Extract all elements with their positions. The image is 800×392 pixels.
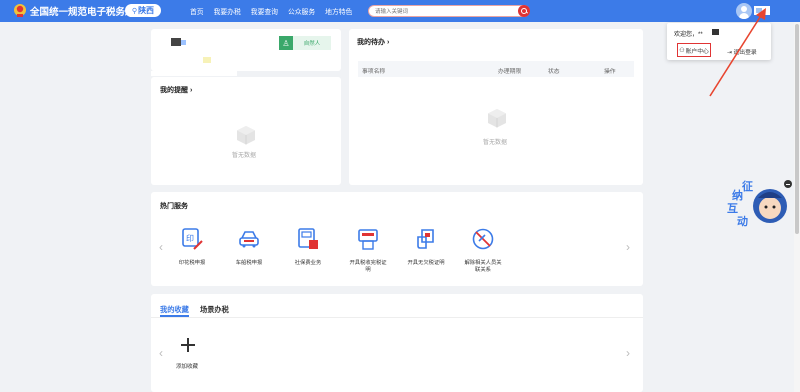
reminders-title-text: 我的提醒 <box>160 87 188 94</box>
redacted-username <box>712 29 719 35</box>
main-nav: 首页 我要办税 我要查询 公众服务 地方特色 <box>190 6 362 16</box>
site-title[interactable]: 全国统一规范电子税务局 <box>30 4 135 18</box>
favorites-prev-arrow[interactable]: ‹ <box>159 346 163 360</box>
service-stamp-duty[interactable]: 印 印花税申报 <box>162 227 222 267</box>
column-status: 状态 <box>548 69 560 75</box>
search-box <box>368 5 530 17</box>
car-icon <box>239 231 259 248</box>
empty-box-icon <box>488 109 506 128</box>
mascot-char-4: 动 <box>737 216 748 228</box>
chevron-right-icon: › <box>386 39 390 46</box>
highlight-chip <box>203 57 211 63</box>
page-scrollbar[interactable] <box>794 22 800 392</box>
service-label-line-2: 联关系 <box>475 267 491 273</box>
logout-button[interactable]: ⇥ 退出登录 <box>727 47 757 56</box>
tab-my-favorites[interactable]: 我的收藏 <box>160 305 189 315</box>
social-security-icon <box>298 228 318 249</box>
service-label-line-1: 开具税收完税证 <box>349 260 387 266</box>
user-menu-dropdown: 欢迎您，** ⚇ 账户中心 ⇥ 退出登录 <box>667 23 771 60</box>
reminders-title[interactable]: 我的提醒 › <box>160 85 192 95</box>
taxpayer-type-label: 自然人 <box>293 36 331 50</box>
tab-scenario-tax[interactable]: 场景办税 <box>200 305 229 315</box>
service-label: 开具无欠税证明 <box>407 260 445 266</box>
tax-certificate-icon <box>358 229 378 250</box>
empty-box-icon <box>237 126 255 145</box>
svg-text:印: 印 <box>186 234 194 243</box>
add-favorite-plus-icon[interactable] <box>181 338 195 352</box>
todo-title[interactable]: 我的待办 › <box>357 37 389 47</box>
reminders-card: 我的提醒 › 暂无数据 <box>151 77 341 185</box>
tax-emblem-icon <box>14 4 26 17</box>
service-tax-payment-certificate[interactable]: 开具税收完税证 明 <box>338 227 398 274</box>
profile-card: ♙ 自然人 <box>151 29 341 71</box>
service-label: 社保费业务 <box>294 260 322 266</box>
no-arrears-certificate-icon <box>417 229 434 249</box>
user-name-redacted[interactable] <box>754 6 770 15</box>
hot-services-next-arrow[interactable]: › <box>626 240 630 254</box>
service-label-line-2: 明 <box>365 267 371 273</box>
hot-services-title: 热门服务 <box>160 203 188 210</box>
reminders-empty-text: 暂无数据 <box>232 153 257 159</box>
nav-item-local-feature[interactable]: 地方特色 <box>325 6 352 16</box>
service-no-arrears-certificate[interactable]: 开具无欠税证明 <box>396 227 456 267</box>
welcome-text: 欢迎您，** <box>674 32 703 38</box>
service-label: 印花税申报 <box>178 260 206 266</box>
favorites-card: 我的收藏 场景办税 添加收藏 <box>151 294 643 392</box>
account-center-button[interactable]: ⚇ 账户中心 <box>677 43 711 57</box>
column-item-name: 事项名称 <box>362 69 386 75</box>
nav-item-public-service[interactable]: 公众服务 <box>288 6 315 16</box>
chevron-right-icon: › <box>189 87 193 94</box>
taxpayer-type-tag: ♙ 自然人 <box>279 36 331 50</box>
favorites-next-arrow[interactable]: › <box>626 346 630 360</box>
unlink-icon <box>472 228 494 250</box>
person-icon: ♙ <box>279 36 293 50</box>
logout-label: 退出登录 <box>733 50 757 56</box>
service-unlink-related-persons[interactable]: 解除相关人员关 联关系 <box>453 227 513 274</box>
redacted-name <box>171 38 181 46</box>
service-label: 车船税申报 <box>235 260 263 266</box>
location-pin-icon: ⚲ <box>131 7 138 15</box>
mascot-char-1: 征 <box>742 181 753 193</box>
search-input[interactable] <box>375 7 505 16</box>
column-action: 操作 <box>604 69 616 75</box>
add-favorite-label[interactable]: 添加收藏 <box>176 362 198 370</box>
todo-card: 我的待办 › 事项名称 办理期限 状态 操作 暂无数据 <box>349 29 643 185</box>
mascot-close-icon[interactable] <box>784 180 792 188</box>
nav-item-home[interactable]: 首页 <box>190 6 204 16</box>
mascot-interaction-widget[interactable]: 征 纳 互 动 <box>724 178 788 230</box>
user-avatar[interactable] <box>736 3 752 19</box>
region-label: 陕西 <box>138 6 155 15</box>
nav-item-query[interactable]: 我要查询 <box>251 6 278 16</box>
redacted-name-mark <box>181 40 186 45</box>
search-icon[interactable] <box>518 5 530 17</box>
stamp-icon: 印 <box>182 228 203 250</box>
service-vehicle-tax[interactable]: 车船税申报 <box>219 227 279 267</box>
nav-item-tax-service[interactable]: 我要办税 <box>214 6 241 16</box>
service-social-security[interactable]: 社保费业务 <box>278 227 338 267</box>
scrollbar-thumb[interactable] <box>795 24 799 234</box>
todo-table-header: 事项名称 办理期限 状态 操作 <box>358 61 634 77</box>
tab-divider <box>151 317 643 318</box>
logout-icon: ⇥ <box>727 50 732 56</box>
top-header: 全国统一规范电子税务局 ⚲ 陕西 首页 我要办税 我要查询 公众服务 地方特色 <box>0 0 800 22</box>
profile-card-extension <box>151 71 237 76</box>
account-center-label: 账户中心 <box>685 48 709 55</box>
column-deadline: 办理期限 <box>498 69 522 75</box>
user-icon: ⚇ <box>679 47 685 54</box>
todo-empty-text: 暂无数据 <box>483 140 508 146</box>
region-selector[interactable]: ⚲ 陕西 <box>125 4 161 17</box>
todo-title-text: 我的待办 <box>357 39 385 46</box>
service-label-line-1: 解除相关人员关 <box>464 260 502 266</box>
